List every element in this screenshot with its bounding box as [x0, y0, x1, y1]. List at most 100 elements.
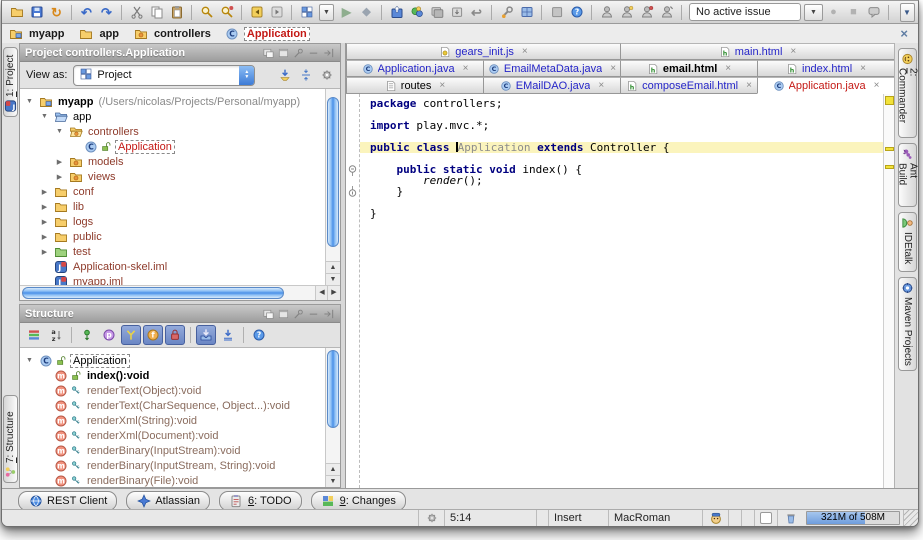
project-vertical-scrollbar[interactable]: ▲ ▼ — [325, 89, 340, 285]
editor-tab-emaildao-java[interactable]: CEMailDAO.java× — [483, 77, 621, 94]
run-config-dropdown-button[interactable]: ▼ — [317, 3, 336, 22]
update-button[interactable] — [447, 3, 466, 22]
editor-tab-routes[interactable]: routes× — [346, 77, 484, 94]
project-pin-button[interactable] — [292, 46, 305, 59]
scroll-down-arrow[interactable]: ▼ — [326, 273, 340, 285]
person-star-button[interactable] — [617, 3, 636, 22]
structure-tree-item-application[interactable]: ▼CApplication — [20, 353, 340, 368]
idetalk-status-cell[interactable] — [702, 510, 728, 526]
project-structure-button[interactable] — [517, 3, 536, 22]
breadcrumb-item-app[interactable]: app — [78, 26, 121, 41]
project-tree-item-test[interactable]: ▶test — [20, 244, 340, 259]
structure-tree-item-index-void[interactable]: mindex():void — [20, 368, 340, 383]
structure-pin-button[interactable] — [292, 307, 305, 320]
scroll-up-arrow[interactable]: ▲ — [326, 261, 340, 273]
tree-expander[interactable]: ▶ — [39, 248, 50, 256]
project-float-window-button[interactable] — [262, 46, 275, 59]
open-folder-button[interactable] — [7, 3, 26, 22]
project-scroll-from-source-button[interactable] — [277, 68, 292, 83]
redo-button[interactable]: ↷ — [97, 3, 116, 22]
tree-expander[interactable]: ▶ — [54, 173, 65, 181]
close-icon[interactable]: × — [896, 27, 912, 40]
run-button[interactable]: ▶ — [337, 3, 356, 22]
commit-button[interactable] — [427, 3, 446, 22]
toolwindow-button-9-changes[interactable]: 9: Changes — [311, 491, 406, 511]
insert-mode-indicator[interactable]: Insert — [548, 510, 608, 526]
resize-grip[interactable] — [903, 510, 918, 526]
help-button[interactable]: ? — [567, 3, 586, 22]
tab-close-icon[interactable]: × — [522, 46, 528, 57]
memory-indicator[interactable]: 321M of 508M — [806, 511, 900, 525]
breadcrumb-item-myapp[interactable]: myapp — [8, 26, 66, 41]
scroll-up-arrow[interactable]: ▲ — [326, 463, 340, 475]
project-tree-item-logs[interactable]: ▶logs — [20, 214, 340, 229]
project-collapse-all-button[interactable] — [298, 68, 313, 83]
sync-button[interactable]: ↻ — [47, 3, 66, 22]
record-gray-button[interactable]: ● — [824, 3, 843, 22]
sort-alphabetically-button[interactable]: az — [46, 325, 66, 345]
toolwindow-button-atlassian[interactable]: Atlassian — [126, 491, 210, 511]
structure-tree-item-renderxml-document-void[interactable]: mrenderXml(Document):void — [20, 428, 340, 443]
project-hide-panel-button[interactable] — [322, 46, 335, 59]
help-button[interactable]: ? — [249, 325, 269, 345]
undo-button[interactable]: ↶ — [77, 3, 96, 22]
find-usages-button[interactable] — [217, 3, 236, 22]
gc-trash-cell[interactable] — [777, 510, 803, 526]
structure-minimize-button[interactable] — [307, 307, 320, 320]
tree-expander[interactable]: ▶ — [54, 158, 65, 166]
tab-close-icon[interactable]: × — [598, 80, 604, 91]
person-gray-button[interactable] — [597, 3, 616, 22]
structure-tree-item-renderbinary-inputstream-void[interactable]: mrenderBinary(InputStream):void — [20, 443, 340, 458]
toolwindow-button-6-todo[interactable]: 6: TODO — [219, 491, 302, 511]
next-occurrence-button[interactable] — [267, 3, 286, 22]
toolwindow-tab-2-commander[interactable]: 2: Commander — [898, 48, 917, 138]
status-gear-cell[interactable] — [418, 510, 444, 526]
editor-code-area[interactable]: package controllers; import play.mvc.*; … — [360, 94, 883, 488]
scrollbar-thumb[interactable] — [327, 350, 339, 428]
toolwindow-tab-1-project[interactable]: J1: Project — [3, 47, 18, 117]
checkbox[interactable] — [760, 512, 772, 524]
tab-close-icon[interactable]: × — [610, 63, 616, 74]
tab-close-icon[interactable]: × — [860, 63, 866, 74]
tree-expander[interactable]: ▶ — [39, 188, 50, 196]
sort-by-visibility-button[interactable] — [24, 325, 44, 345]
structure-window-mode-button[interactable] — [277, 307, 290, 320]
autoscroll-to-source-button[interactable] — [196, 325, 216, 345]
tab-close-icon[interactable]: × — [463, 63, 469, 74]
error-stripe-mark-1[interactable] — [885, 96, 894, 105]
scrollbar-thumb[interactable] — [327, 97, 339, 247]
tree-expander[interactable]: ▶ — [39, 218, 50, 226]
find-button[interactable] — [197, 3, 216, 22]
build-button[interactable] — [407, 3, 426, 22]
show-inherited-members-button[interactable] — [121, 325, 141, 345]
rollback-button[interactable]: ↩ — [467, 3, 486, 22]
error-stripe-mark-2[interactable] — [885, 147, 894, 151]
editor-tab-email-html[interactable]: hemail.html× — [620, 60, 758, 77]
cut-button[interactable] — [127, 3, 146, 22]
editor-tab-application-java[interactable]: CApplication.java× — [346, 60, 484, 77]
show-properties-button[interactable]: p — [99, 325, 119, 345]
project-tree-item-views[interactable]: ▶views — [20, 169, 340, 184]
project-settings-gear-button[interactable] — [319, 68, 334, 83]
tree-expander[interactable]: ▼ — [39, 113, 50, 120]
tree-expander[interactable]: ▼ — [54, 128, 65, 135]
breadcrumb-item-application[interactable]: CApplication — [225, 26, 310, 41]
project-tree-item-myapp[interactable]: ▼myapp (/Users/nicolas/Projects/Personal… — [20, 94, 340, 109]
save-button[interactable] — [27, 3, 46, 22]
editor-tab-emailmetadata-java[interactable]: CEmailMetaData.java× — [483, 60, 621, 77]
run-config-grid-button[interactable] — [297, 3, 316, 22]
structure-tree-item-renderbinary-inputstream-string-void[interactable]: mrenderBinary(InputStream, String):void — [20, 458, 340, 473]
caret-position[interactable]: 5:14 — [444, 510, 536, 526]
structure-tree-item-rendertext-object-void[interactable]: mrenderText(Object):void — [20, 383, 340, 398]
show-non-public-button[interactable] — [165, 325, 185, 345]
editor-tab-index-html[interactable]: hindex.html× — [757, 60, 895, 77]
scroll-right-arrow[interactable]: ▶ — [327, 286, 340, 300]
select-stepper[interactable]: ▲▼ — [239, 66, 254, 85]
prev-occurrence-button[interactable] — [247, 3, 266, 22]
tree-expander[interactable]: ▶ — [39, 203, 50, 211]
show-fields-button[interactable]: f — [143, 325, 163, 345]
toolwindow-tab-maven-projects[interactable]: Maven Projects — [898, 277, 917, 371]
toolwindow-button-rest-client[interactable]: REST Client — [18, 491, 117, 511]
scrollbar-thumb[interactable] — [22, 287, 284, 299]
project-window-mode-button[interactable] — [277, 46, 290, 59]
